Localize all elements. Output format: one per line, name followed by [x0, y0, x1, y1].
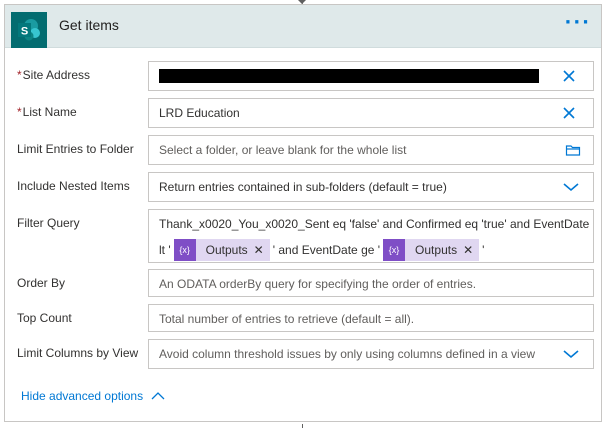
filter-query-text-line1: Thank_x0020_You_x0020_Sent eq 'false' an…	[159, 217, 590, 231]
chevron-down-icon[interactable]	[563, 346, 579, 362]
filter-query-input[interactable]: Thank_x0020_You_x0020_Sent eq 'false' an…	[148, 209, 594, 263]
limit-folder-placeholder: Select a folder, or leave blank for the …	[159, 143, 407, 157]
outputs-token[interactable]: {x} Outputs ✕	[383, 239, 480, 261]
clear-icon[interactable]	[561, 68, 577, 84]
list-name-value: LRD Education	[159, 106, 240, 120]
nested-items-label: Include Nested Items	[17, 179, 130, 193]
more-options-button[interactable]: ···	[564, 14, 591, 32]
limit-folder-input[interactable]: Select a folder, or leave blank for the …	[148, 135, 594, 165]
outputs-token[interactable]: {x} Outputs ✕	[173, 239, 270, 261]
remove-token-icon[interactable]: ✕	[254, 243, 270, 257]
order-by-label: Order By	[17, 276, 66, 290]
chevron-up-icon	[151, 392, 165, 400]
clear-icon[interactable]	[561, 105, 577, 121]
action-title: Get items	[59, 17, 119, 33]
top-count-placeholder: Total number of entries to retrieve (def…	[159, 312, 415, 326]
top-count-input[interactable]: Total number of entries to retrieve (def…	[148, 304, 594, 332]
remove-token-icon[interactable]: ✕	[463, 243, 479, 257]
sharepoint-icon: S	[11, 12, 47, 48]
site-address-label: *Site Address	[17, 68, 91, 82]
limit-folder-label: Limit Entries to Folder	[17, 142, 134, 156]
list-name-input[interactable]: LRD Education	[148, 98, 594, 128]
nested-items-value: Return entries contained in sub-folders …	[159, 180, 447, 194]
expression-icon: {x}	[383, 239, 406, 261]
svg-text:S: S	[21, 26, 28, 38]
get-items-card: S Get items ··· *Site Address *List Name…	[4, 4, 602, 422]
card-header[interactable]: S Get items ···	[5, 5, 601, 48]
list-name-label: *List Name	[17, 105, 77, 119]
hide-advanced-options-link[interactable]: Hide advanced options	[21, 389, 165, 403]
folder-icon[interactable]	[565, 142, 581, 158]
limit-columns-label: Limit Columns by View	[17, 346, 139, 360]
expression-icon: {x}	[173, 239, 196, 261]
chevron-down-icon[interactable]	[563, 179, 579, 195]
limit-columns-dropdown[interactable]: Avoid column threshold issues by only us…	[148, 339, 594, 369]
order-by-placeholder: An ODATA orderBy query for specifying th…	[159, 277, 477, 291]
filter-query-text-line2: lt ' {x} Outputs ✕ ' and EventDate ge ' …	[159, 239, 484, 261]
limit-columns-placeholder: Avoid column threshold issues by only us…	[159, 347, 535, 361]
site-address-input[interactable]	[148, 61, 594, 91]
redacted-site-address	[159, 69, 539, 83]
nested-items-dropdown[interactable]: Return entries contained in sub-folders …	[148, 172, 594, 202]
connector-line-bottom	[302, 424, 303, 428]
filter-query-label: Filter Query	[17, 216, 80, 230]
top-count-label: Top Count	[17, 311, 72, 325]
order-by-input[interactable]: An ODATA orderBy query for specifying th…	[148, 269, 594, 297]
